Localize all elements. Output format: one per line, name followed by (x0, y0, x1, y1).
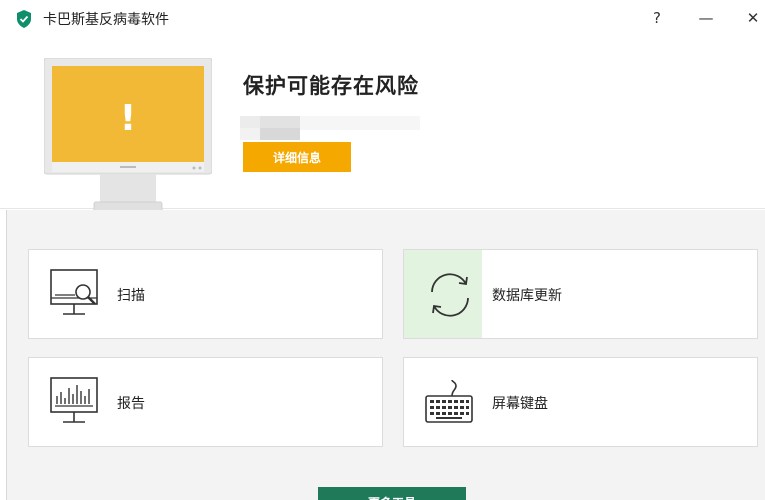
tile-scan[interactable]: 扫描 (28, 249, 383, 339)
tile-database-update[interactable]: 数据库更新 (403, 249, 758, 339)
tile-onscreen-keyboard-label: 屏幕键盘 (492, 396, 548, 412)
tile-database-update-label: 数据库更新 (492, 288, 562, 304)
window-title: 卡巴斯基反病毒软件 (43, 12, 169, 28)
tile-reports-label: 报告 (117, 396, 145, 412)
kaspersky-shield-icon (17, 10, 31, 28)
tile-onscreen-keyboard[interactable]: 屏幕键盘 (403, 357, 758, 447)
title-bar: 卡巴斯基反病毒软件 ? — ✕ (0, 0, 765, 36)
more-tools-button[interactable]: 更多工具 (318, 487, 466, 500)
scan-monitor-icon (50, 269, 98, 315)
report-chart-icon (50, 377, 98, 423)
tile-reports[interactable]: 报告 (28, 357, 383, 447)
refresh-icon (431, 273, 469, 317)
details-button[interactable]: 详细信息 (243, 142, 351, 172)
tile-scan-label: 扫描 (117, 288, 145, 304)
close-button[interactable]: ✕ (733, 0, 765, 36)
monitor-warning-symbol: ! (120, 98, 136, 139)
help-button[interactable]: ? (637, 0, 677, 36)
status-title: 保护可能存在风险 (243, 74, 419, 98)
warning-monitor-icon: ! (44, 58, 212, 217)
minimize-button[interactable]: — (686, 0, 726, 36)
keyboard-icon (425, 379, 473, 423)
protection-status-panel: ! 保护可能存在风险 详细信息 (0, 36, 765, 217)
tools-grid: 扫描 数据库更新 报告 屏幕键盘 (6, 210, 765, 500)
